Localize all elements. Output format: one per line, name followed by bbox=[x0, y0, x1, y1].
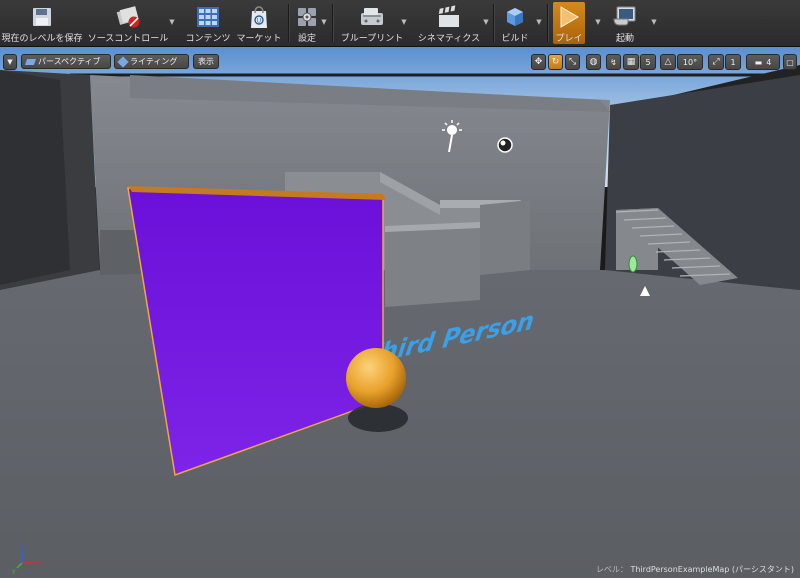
marketplace-label: マーケット bbox=[236, 34, 282, 44]
svg-text:X: X bbox=[37, 561, 41, 568]
level-viewport[interactable]: Third Person X Z Y ▼ パースペクティブ ライティング 表示 … bbox=[0, 47, 800, 578]
world-local-toggle[interactable]: ◍ bbox=[586, 54, 601, 70]
show-button[interactable]: 表示 bbox=[193, 54, 219, 69]
cinematics-icon bbox=[436, 4, 462, 29]
svg-text:U: U bbox=[257, 17, 261, 24]
main-toolbar: 現在のレベルを保存 ソースコントロール ▼ コンテンツ U マーケット 設定 ▼… bbox=[0, 0, 800, 47]
save-current-level-button[interactable]: 現在のレベルを保存 bbox=[1, 2, 83, 44]
toolbar-separator bbox=[493, 4, 495, 42]
toolbar-separator bbox=[288, 4, 290, 42]
rotation-snap-value-label: 10° bbox=[682, 57, 698, 67]
globe-icon: ◍ bbox=[589, 57, 598, 67]
grid-snap-value-label: 5 bbox=[645, 57, 651, 67]
lighting-button[interactable]: ライティング bbox=[114, 54, 189, 69]
blueprints-button[interactable]: ブループリント bbox=[336, 2, 408, 44]
blueprint-icon bbox=[359, 4, 385, 29]
launch-label: 起動 bbox=[615, 34, 634, 44]
cinematics-label: シネマティクス bbox=[417, 34, 481, 44]
rotation-snap-icon: △ bbox=[664, 57, 672, 67]
surface-snap-icon: ↯ bbox=[610, 57, 617, 67]
blueprints-dropdown-arrow[interactable]: ▼ bbox=[400, 12, 408, 32]
translate-mode-button[interactable]: ✥ bbox=[531, 54, 546, 70]
content-browser-icon bbox=[195, 4, 221, 29]
toolbar-separator bbox=[547, 4, 549, 42]
settings-dropdown-arrow[interactable]: ▼ bbox=[320, 12, 328, 32]
save-icon bbox=[29, 4, 55, 29]
scale-snap-value[interactable]: 1 bbox=[725, 54, 741, 70]
settings-button[interactable]: 設定 bbox=[292, 2, 322, 44]
rotate-icon: ↻ bbox=[551, 57, 560, 67]
build-label: ビルド bbox=[501, 34, 529, 44]
maximize-icon: ▢ bbox=[786, 57, 794, 67]
grid-icon: ▦ bbox=[626, 57, 636, 67]
build-button[interactable]: ビルド bbox=[497, 2, 533, 44]
grid-snap-value[interactable]: 5 bbox=[640, 54, 656, 70]
source-control-button[interactable]: ソースコントロール bbox=[86, 2, 170, 44]
skylight-icon bbox=[497, 137, 513, 153]
lighting-label: ライティング bbox=[130, 57, 178, 66]
surface-snap-button[interactable]: ↯ bbox=[606, 54, 621, 70]
perspective-icon bbox=[24, 58, 37, 65]
scale-snap-icon: ⤢ bbox=[712, 57, 720, 67]
rotation-snap-toggle[interactable]: △ bbox=[660, 54, 676, 70]
cinematics-button[interactable]: シネマティクス bbox=[412, 2, 486, 44]
play-button[interactable]: プレイ bbox=[553, 2, 585, 44]
scale-snap-value-label: 1 bbox=[730, 57, 736, 67]
show-label: 表示 bbox=[198, 57, 214, 66]
camera-speed-icon: ▬ bbox=[754, 57, 763, 67]
viewport-scene: Third Person X Z Y bbox=[0, 47, 800, 578]
perspective-label: パースペクティブ bbox=[38, 57, 101, 66]
camera-speed-button[interactable]: ▬ 4 bbox=[746, 54, 780, 70]
settings-icon bbox=[294, 4, 320, 29]
level-value: ThirdPersonExampleMap (パーシスタント) bbox=[630, 565, 794, 574]
source-control-icon bbox=[115, 4, 141, 29]
camera-speed-label: 4 bbox=[766, 57, 772, 67]
orange-sphere[interactable] bbox=[346, 348, 406, 408]
launch-button[interactable]: 起動 bbox=[606, 2, 644, 44]
current-level-label: レベル： ThirdPersonExampleMap (パーシスタント) bbox=[596, 564, 794, 575]
build-dropdown-arrow[interactable]: ▼ bbox=[535, 12, 543, 32]
cinematics-dropdown-arrow[interactable]: ▼ bbox=[482, 12, 490, 32]
play-label: プレイ bbox=[555, 34, 583, 44]
grid-snap-toggle[interactable]: ▦ bbox=[623, 54, 639, 70]
translate-icon: ✥ bbox=[534, 57, 543, 67]
marketplace-button[interactable]: U マーケット bbox=[234, 2, 284, 44]
sphere-shadow bbox=[348, 404, 408, 432]
level-key: レベル： bbox=[595, 565, 628, 574]
svg-text:Z: Z bbox=[19, 543, 23, 550]
source-control-dropdown-arrow[interactable]: ▼ bbox=[168, 12, 176, 32]
play-dropdown-arrow[interactable]: ▼ bbox=[594, 12, 602, 32]
toolbar-separator bbox=[332, 4, 334, 42]
viewport-options-button[interactable]: ▼ bbox=[3, 54, 17, 70]
scale-mode-button[interactable]: ⤡ bbox=[565, 54, 580, 70]
launch-icon bbox=[612, 4, 638, 29]
marketplace-icon: U bbox=[246, 4, 272, 29]
svg-text:Y: Y bbox=[11, 569, 16, 576]
settings-label: 設定 bbox=[297, 34, 316, 44]
save-current-level-label: 現在のレベルを保存 bbox=[1, 34, 83, 44]
blueprints-label: ブループリント bbox=[340, 34, 404, 44]
scale-icon: ⤡ bbox=[568, 57, 577, 67]
play-icon bbox=[556, 4, 582, 29]
rotation-snap-value[interactable]: 10° bbox=[677, 54, 703, 70]
content-label: コンテンツ bbox=[185, 34, 231, 44]
source-control-label: ソースコントロール bbox=[87, 34, 169, 44]
launch-dropdown-arrow[interactable]: ▼ bbox=[650, 12, 658, 32]
content-button[interactable]: コンテンツ bbox=[184, 2, 232, 44]
lighting-icon bbox=[117, 55, 129, 68]
perspective-button[interactable]: パースペクティブ bbox=[21, 54, 111, 69]
cube bbox=[385, 228, 480, 307]
build-icon bbox=[502, 4, 528, 29]
rotate-mode-button[interactable]: ↻ bbox=[548, 54, 563, 70]
viewport-maximize-button[interactable]: ▢ bbox=[783, 54, 797, 70]
chevron-down-icon: ▼ bbox=[7, 58, 13, 66]
scale-snap-toggle[interactable]: ⤢ bbox=[708, 54, 724, 70]
